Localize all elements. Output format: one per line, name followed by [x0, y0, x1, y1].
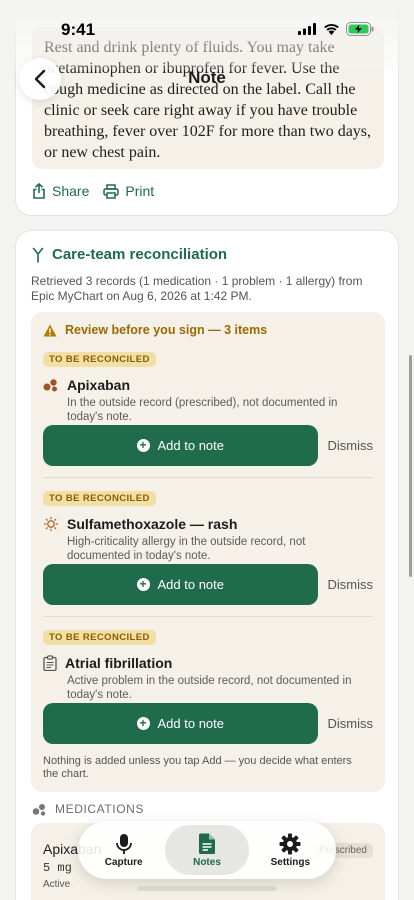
item-subtitle: In the outside record (prescribed), not …	[67, 397, 338, 423]
divider	[43, 477, 373, 478]
share-icon	[33, 183, 45, 199]
medication-dose: 5 mg	[43, 861, 72, 875]
gear-icon	[279, 833, 301, 854]
home-indicator	[137, 886, 277, 891]
clipboard-icon	[43, 655, 57, 671]
reconcile-item-apixaban: TO BE RECONCILED Apixaban In the outside…	[43, 349, 373, 424]
review-panel: Review before you sign — 3 items TO BE R…	[31, 312, 385, 792]
tab-notes[interactable]: Notes	[165, 825, 249, 875]
tab-settings-label: Settings	[270, 856, 311, 868]
status-badge: TO BE RECONCILED	[43, 630, 156, 645]
item-actions: + Add to note Dismiss	[43, 564, 373, 605]
reconciliation-title: Care-team reconciliation	[52, 246, 228, 263]
status-icons	[298, 22, 374, 36]
dismiss-button[interactable]: Dismiss	[328, 438, 374, 453]
divider	[43, 616, 373, 617]
medication-status: Active	[43, 879, 71, 890]
share-label: Share	[52, 183, 90, 199]
plus-circle-icon: +	[136, 439, 150, 452]
tab-bar: Capture Notes Settings	[78, 821, 336, 879]
add-to-note-button[interactable]: + Add to note	[43, 703, 318, 744]
item-title: Sulfamethoxazole — rash	[67, 516, 238, 532]
printer-icon	[103, 183, 120, 199]
microphone-icon	[115, 833, 132, 854]
allergy-icon	[44, 517, 58, 531]
reconciliation-header: Care-team reconciliation	[32, 246, 227, 263]
add-to-note-label: Add to note	[157, 716, 225, 731]
add-to-note-button[interactable]: + Add to note	[43, 425, 318, 466]
wifi-icon	[324, 23, 339, 35]
pill-icon	[43, 379, 57, 392]
plus-circle-icon: +	[136, 717, 150, 730]
status-bar: 9:41	[0, 0, 414, 60]
print-label: Print	[125, 183, 155, 199]
item-actions: + Add to note Dismiss	[43, 425, 373, 466]
merge-icon	[32, 247, 44, 263]
tab-capture-label: Capture	[104, 856, 143, 868]
battery-charging-icon	[346, 22, 374, 36]
document-icon	[198, 833, 215, 854]
medications-header-label: MEDICATIONS	[55, 802, 145, 816]
plus-circle-icon: +	[136, 578, 150, 591]
scrollbar[interactable]	[409, 355, 412, 577]
item-title: Atrial fibrillation	[65, 655, 173, 671]
reconciliation-footnote: Nothing is added unless you tap Add — yo…	[43, 755, 352, 780]
reconciliation-description: Retrieved 3 records (1 medication · 1 pr…	[31, 274, 363, 303]
status-time: 9:41	[61, 20, 96, 39]
share-button[interactable]: Share	[32, 183, 89, 199]
warning-icon	[43, 324, 57, 336]
status-badge: TO BE RECONCILED	[43, 352, 156, 367]
note-actions: Share Print	[32, 183, 154, 199]
add-to-note-label: Add to note	[157, 577, 225, 592]
review-header: Review before you sign — 3 items	[43, 323, 267, 337]
reconciliation-card: Care-team reconciliation Retrieved 3 rec…	[15, 230, 399, 900]
tab-settings[interactable]: Settings	[249, 825, 332, 875]
status-badge: TO BE RECONCILED	[43, 491, 156, 506]
add-to-note-label: Add to note	[157, 438, 225, 453]
dismiss-button[interactable]: Dismiss	[328, 716, 374, 731]
medications-section-header: MEDICATIONS	[32, 802, 144, 816]
print-button[interactable]: Print	[103, 183, 154, 199]
review-header-text: Review before you sign — 3 items	[65, 323, 268, 337]
cellular-signal-icon	[298, 23, 316, 35]
tab-notes-label: Notes	[193, 856, 221, 868]
dismiss-button[interactable]: Dismiss	[328, 577, 374, 592]
tab-capture[interactable]: Capture	[82, 825, 165, 875]
item-actions: + Add to note Dismiss	[43, 703, 373, 744]
item-title: Apixaban	[67, 377, 131, 393]
reconcile-item-atrial-fibrillation: TO BE RECONCILED Atrial fibrillation Act…	[43, 627, 373, 702]
add-to-note-button[interactable]: + Add to note	[43, 564, 318, 605]
item-subtitle: Active problem in the outside record, no…	[67, 675, 352, 701]
page-title: Note	[188, 68, 226, 87]
pill-icon	[32, 803, 46, 816]
reconcile-item-sulfamethoxazole: TO BE RECONCILED Sulfamethoxazole — rash…	[43, 488, 373, 563]
item-subtitle: High-criticality allergy in the outside …	[67, 536, 306, 562]
